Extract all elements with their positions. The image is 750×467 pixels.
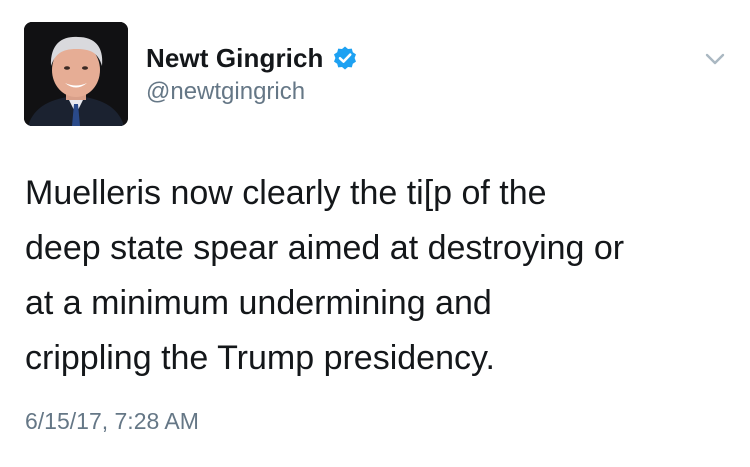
avatar[interactable] [24,22,128,126]
author-display-name[interactable]: Newt Gingrich [146,43,324,74]
tweet-timestamp[interactable]: 6/15/17, 7:28 AM [25,408,199,435]
author-name-row: Newt Gingrich [146,40,358,76]
tweet-text: Muelleris now clearly the ti[p of the de… [25,174,625,377]
author-handle[interactable]: @newtgingrich [146,78,305,106]
chevron-down-icon[interactable] [702,46,728,72]
tweet-card: Newt Gingrich @newtgingrich Muelleris no… [0,0,750,467]
avatar-portrait-icon [24,22,128,126]
verified-badge-icon [332,45,358,71]
